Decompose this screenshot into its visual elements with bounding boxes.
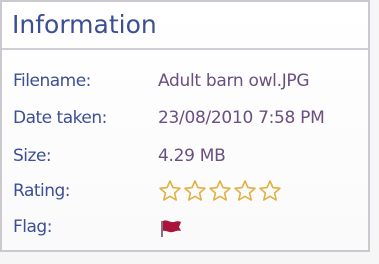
date-taken-row: Date taken: 23/08/2010 7:58 PM [2,103,368,133]
panel-title: Information [12,10,157,39]
size-value: 4.29 MB [158,146,226,166]
filename-label: Filename: [13,71,91,91]
filename-value[interactable]: Adult barn owl.JPG [158,66,310,96]
star-icon[interactable] [233,179,257,203]
filename-row: Filename: Adult barn owl.JPG [2,66,368,96]
date-taken-label: Date taken: [13,108,107,128]
title-divider [2,48,368,50]
star-icon[interactable] [258,179,282,203]
date-taken-value[interactable]: 23/08/2010 7:58 PM [158,103,325,133]
rating-row: Rating: [2,176,368,206]
size-row: Size: 4.29 MB [2,141,368,171]
star-icon[interactable] [158,179,182,203]
flag-icon[interactable] [158,218,184,238]
flag-row: Flag: [2,212,368,242]
information-panel: Information Filename: Adult barn owl.JPG… [0,0,370,252]
rating-stars[interactable] [158,179,282,203]
size-label: Size: [13,146,52,166]
rating-label: Rating: [13,181,71,201]
star-icon[interactable] [183,179,207,203]
star-icon[interactable] [208,179,232,203]
flag-label: Flag: [13,217,52,237]
